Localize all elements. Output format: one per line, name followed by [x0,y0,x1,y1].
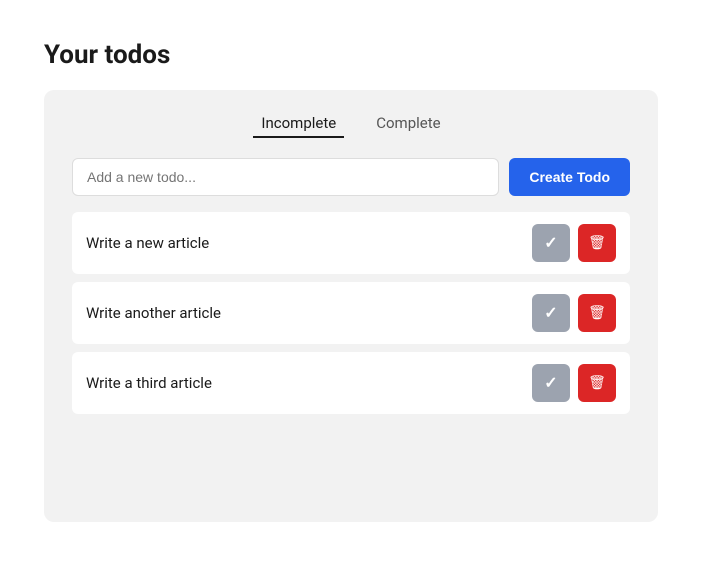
table-row: Write a third article [72,352,630,414]
delete-button[interactable] [578,224,616,262]
create-todo-button[interactable]: Create Todo [509,158,630,196]
page-title: Your todos [44,40,658,70]
todo-actions [532,364,616,402]
todo-text: Write a new article [86,234,532,252]
todos-card: Incomplete Complete Create Todo Write a … [44,90,658,522]
check-icon [544,373,557,393]
tab-incomplete[interactable]: Incomplete [253,110,344,138]
check-icon [544,233,557,253]
tab-bar: Incomplete Complete [72,110,630,138]
todo-list: Write a new article Write another articl… [72,212,630,414]
trash-icon [588,374,606,392]
todo-text: Write a third article [86,374,532,392]
delete-button[interactable] [578,364,616,402]
trash-icon [588,304,606,322]
todo-actions [532,294,616,332]
todo-input[interactable] [72,158,499,196]
todo-actions [532,224,616,262]
todo-text: Write another article [86,304,532,322]
complete-button[interactable] [532,224,570,262]
add-todo-row: Create Todo [72,158,630,196]
table-row: Write another article [72,282,630,344]
delete-button[interactable] [578,294,616,332]
trash-icon [588,234,606,252]
tab-complete[interactable]: Complete [368,110,448,138]
complete-button[interactable] [532,294,570,332]
complete-button[interactable] [532,364,570,402]
check-icon [544,303,557,323]
table-row: Write a new article [72,212,630,274]
